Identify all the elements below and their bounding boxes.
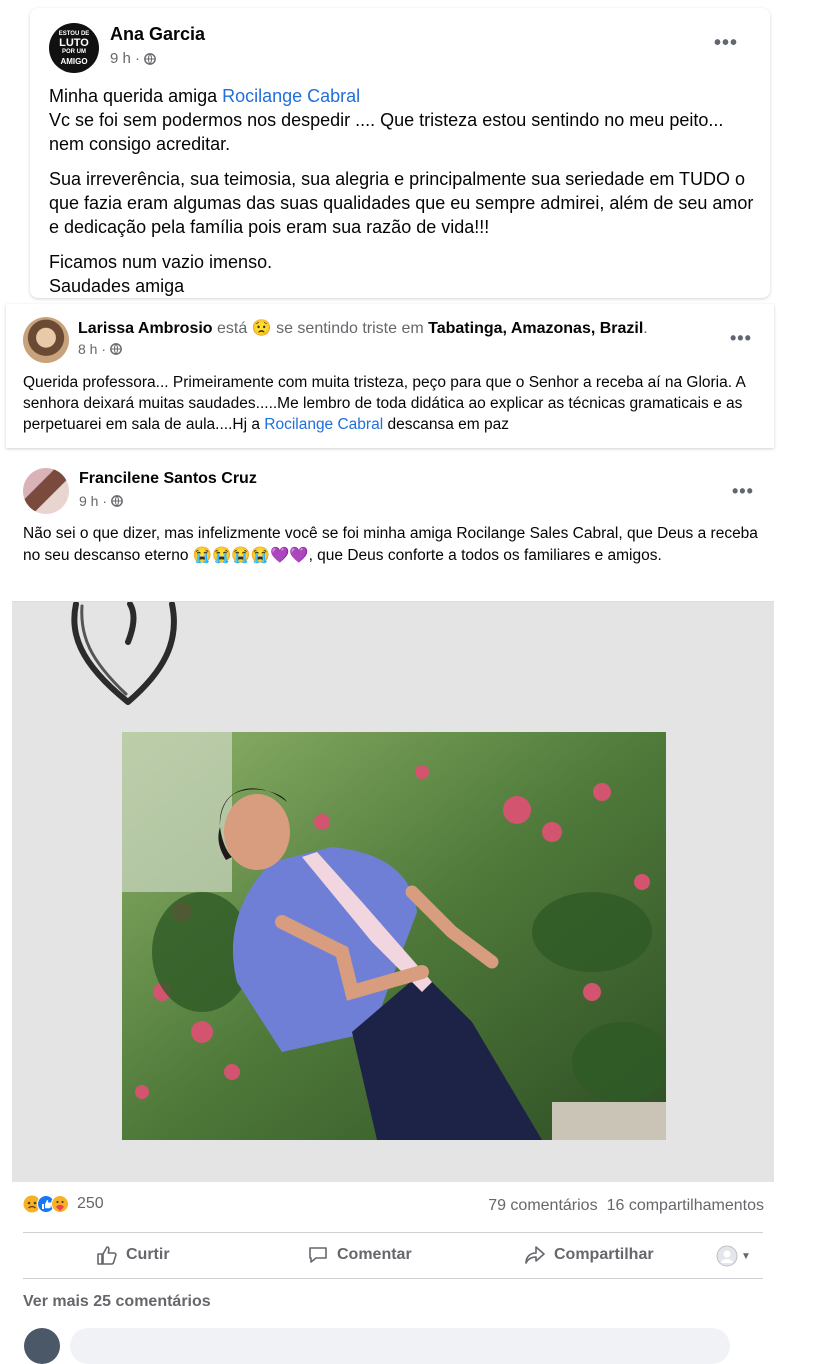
more-options-icon[interactable]: ••• bbox=[730, 328, 752, 349]
avatar-ana-garcia[interactable]: ESTOU DE LUTO POR UM AMIGO bbox=[49, 23, 99, 73]
view-more-comments-link[interactable]: Ver mais 25 comentários bbox=[23, 1293, 211, 1311]
post-line: Saudades amiga bbox=[49, 276, 185, 296]
more-options-icon[interactable]: ••• bbox=[732, 481, 754, 502]
post-paragraph: Vc se foi sem podermos nos despedir ....… bbox=[49, 110, 724, 154]
feeling-text: se sentindo triste em bbox=[271, 320, 429, 337]
text-suffix: descansa em paz bbox=[383, 416, 509, 433]
share-count[interactable]: 16 compartilhamentos bbox=[607, 1197, 764, 1215]
post-text: Minha querida amiga Rocilange Cabral Vc … bbox=[49, 84, 759, 298]
post-paragraph: Sua irreverência, sua teimosia, sua aleg… bbox=[49, 169, 754, 237]
post-meta: 9 h · bbox=[110, 50, 156, 67]
like-label: Curtir bbox=[126, 1246, 170, 1263]
comment-input-box[interactable] bbox=[70, 1328, 730, 1364]
reaction-icons bbox=[23, 1195, 69, 1213]
actions-divider bbox=[23, 1232, 763, 1233]
globe-icon bbox=[144, 52, 156, 65]
feeling-prefix: está bbox=[212, 320, 252, 337]
share-button[interactable]: Compartilhar bbox=[524, 1245, 654, 1265]
crying-emojis: 😭😭😭😭💜💜 bbox=[192, 547, 309, 564]
chevron-down-icon: ▼ bbox=[741, 1250, 751, 1262]
comment-button[interactable]: Comentar bbox=[307, 1245, 412, 1265]
tagged-user-link[interactable]: Rocilange Cabral bbox=[222, 86, 360, 106]
share-label: Compartilhar bbox=[554, 1246, 654, 1263]
engagement-stats: 79 comentários 16 compartilhamentos bbox=[488, 1197, 764, 1215]
comment-avatar bbox=[24, 1328, 60, 1364]
post-header: Larissa Ambrosio está 😟 se sentindo tris… bbox=[78, 318, 648, 338]
comment-label: Comentar bbox=[337, 1246, 412, 1263]
avatar-text-line: LUTO bbox=[59, 37, 89, 49]
avatar-text-line: POR UM bbox=[62, 49, 86, 55]
avatar-larissa-ambrosio[interactable] bbox=[23, 317, 69, 363]
share-icon bbox=[525, 1246, 545, 1264]
text-prefix: Minha querida amiga bbox=[49, 86, 223, 106]
post-francilene-santos-cruz: Francilene Santos Cruz 9 h · ••• Não sei… bbox=[12, 455, 774, 1364]
post-time[interactable]: 8 h · bbox=[78, 341, 106, 357]
author-name[interactable]: Ana Garcia bbox=[110, 24, 205, 45]
post-meta: 8 h · bbox=[78, 341, 122, 357]
location-suffix: . bbox=[643, 320, 648, 337]
author-name[interactable]: Francilene Santos Cruz bbox=[79, 470, 257, 488]
more-options-icon[interactable]: ••• bbox=[714, 32, 738, 55]
post-text: Querida professora... Primeiramente com … bbox=[23, 372, 763, 435]
text-suffix: , que Deus conforte a todos os familiare… bbox=[308, 547, 662, 564]
like-button[interactable]: Curtir bbox=[96, 1245, 170, 1265]
globe-icon bbox=[110, 343, 122, 355]
avatar-text-line: AMIGO bbox=[60, 57, 88, 66]
avatar-francilene-santos-cruz[interactable] bbox=[23, 468, 69, 514]
post-line: Ficamos num vazio imenso. bbox=[49, 252, 273, 272]
comments-divider bbox=[23, 1278, 763, 1279]
post-line: Minha querida amiga Rocilange Cabral bbox=[49, 84, 759, 108]
audience-selector[interactable]: ▼ bbox=[716, 1245, 751, 1267]
reaction-count[interactable]: 250 bbox=[77, 1195, 104, 1213]
care-reaction-icon bbox=[51, 1195, 69, 1213]
feeling-emoji: 😟 bbox=[251, 320, 272, 337]
post-ana-garcia: ESTOU DE LUTO POR UM AMIGO Ana Garcia 9 … bbox=[30, 8, 770, 298]
post-meta: 9 h · bbox=[79, 493, 123, 509]
tagged-user-link[interactable]: Rocilange Cabral bbox=[264, 416, 383, 433]
post-photo[interactable] bbox=[12, 602, 774, 1182]
comment-icon bbox=[309, 1247, 327, 1263]
post-time[interactable]: 9 h · bbox=[79, 493, 107, 509]
post-larissa-ambrosio: Larissa Ambrosio está 😟 se sentindo tris… bbox=[6, 304, 774, 448]
location-link[interactable]: Tabatinga, Amazonas, Brazil bbox=[428, 320, 643, 337]
author-name[interactable]: Larissa Ambrosio bbox=[78, 320, 213, 337]
globe-icon bbox=[111, 495, 123, 507]
heart-drawing bbox=[71, 602, 177, 705]
comment-count[interactable]: 79 comentários bbox=[488, 1197, 597, 1215]
profile-icon bbox=[716, 1245, 738, 1267]
woman-in-garden-photo bbox=[122, 732, 666, 1140]
like-icon bbox=[97, 1246, 117, 1265]
post-text: Não sei o que dizer, mas infelizmente vo… bbox=[23, 523, 768, 567]
reactions-bar[interactable]: 250 bbox=[23, 1195, 104, 1213]
post-time[interactable]: 9 h · bbox=[110, 50, 140, 67]
